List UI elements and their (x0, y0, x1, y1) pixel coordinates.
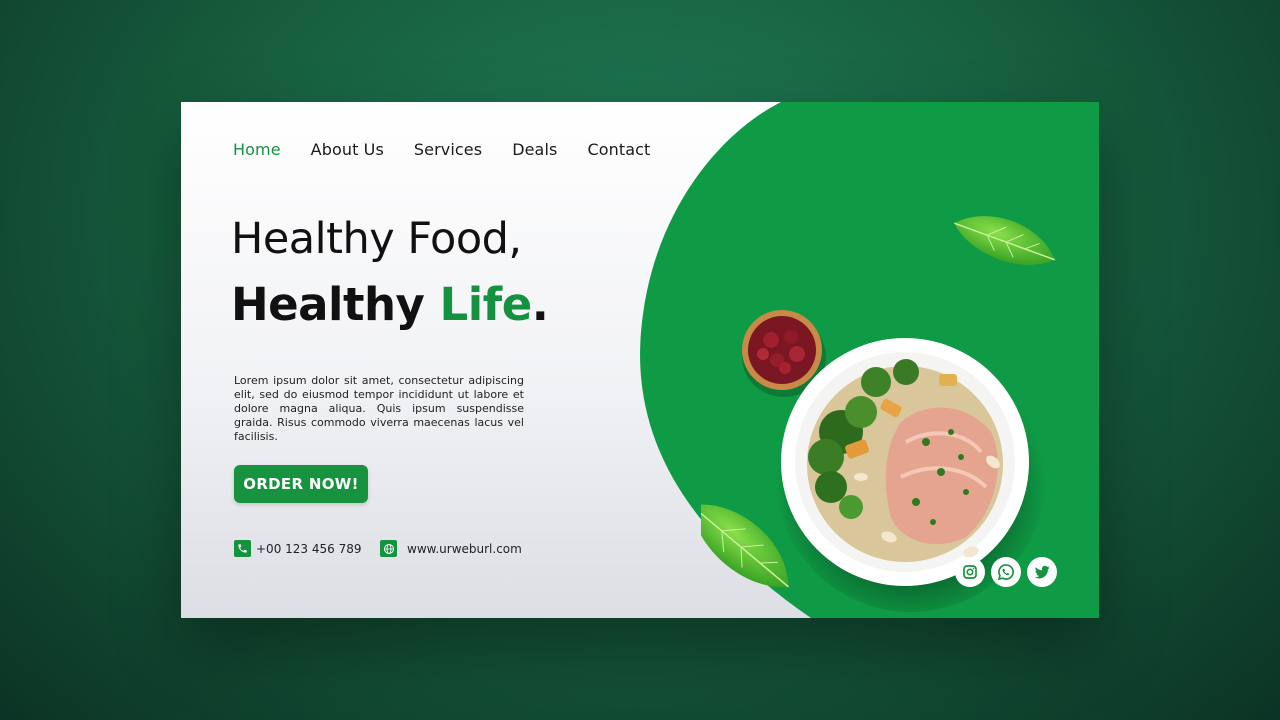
whatsapp-icon[interactable] (991, 557, 1021, 587)
nav-home[interactable]: Home (233, 140, 281, 159)
food-illustration (701, 216, 1056, 612)
hero-title-suffix: . (531, 278, 549, 331)
leaf-icon (954, 216, 1056, 265)
hero-title-prefix: Healthy (231, 278, 440, 331)
phone-number: +00 123 456 789 (256, 541, 362, 556)
hero-title-line1: Healthy Food, (231, 214, 522, 264)
main-nav: Home About Us Services Deals Contact (233, 140, 680, 159)
website-contact: www.urweburl.com (380, 540, 522, 557)
order-now-button[interactable]: ORDER NOW! (234, 465, 368, 503)
landing-page-card: Home About Us Services Deals Contact Hea… (181, 102, 1099, 618)
website-url[interactable]: www.urweburl.com (407, 542, 522, 556)
phone-contact: +00 123 456 789 (234, 540, 361, 557)
nav-about-us[interactable]: About Us (311, 140, 384, 159)
hero-description: Lorem ipsum dolor sit amet, consectetur … (234, 374, 524, 443)
nav-deals[interactable]: Deals (512, 140, 557, 159)
hero-title-line2: Healthy Life. (231, 278, 549, 331)
hero-title-accent: Life (439, 278, 533, 331)
globe-icon (380, 540, 397, 557)
instagram-icon[interactable] (955, 557, 985, 587)
nav-contact[interactable]: Contact (587, 140, 650, 159)
phone-icon (234, 540, 251, 557)
nav-services[interactable]: Services (414, 140, 482, 159)
twitter-icon[interactable] (1027, 557, 1057, 587)
